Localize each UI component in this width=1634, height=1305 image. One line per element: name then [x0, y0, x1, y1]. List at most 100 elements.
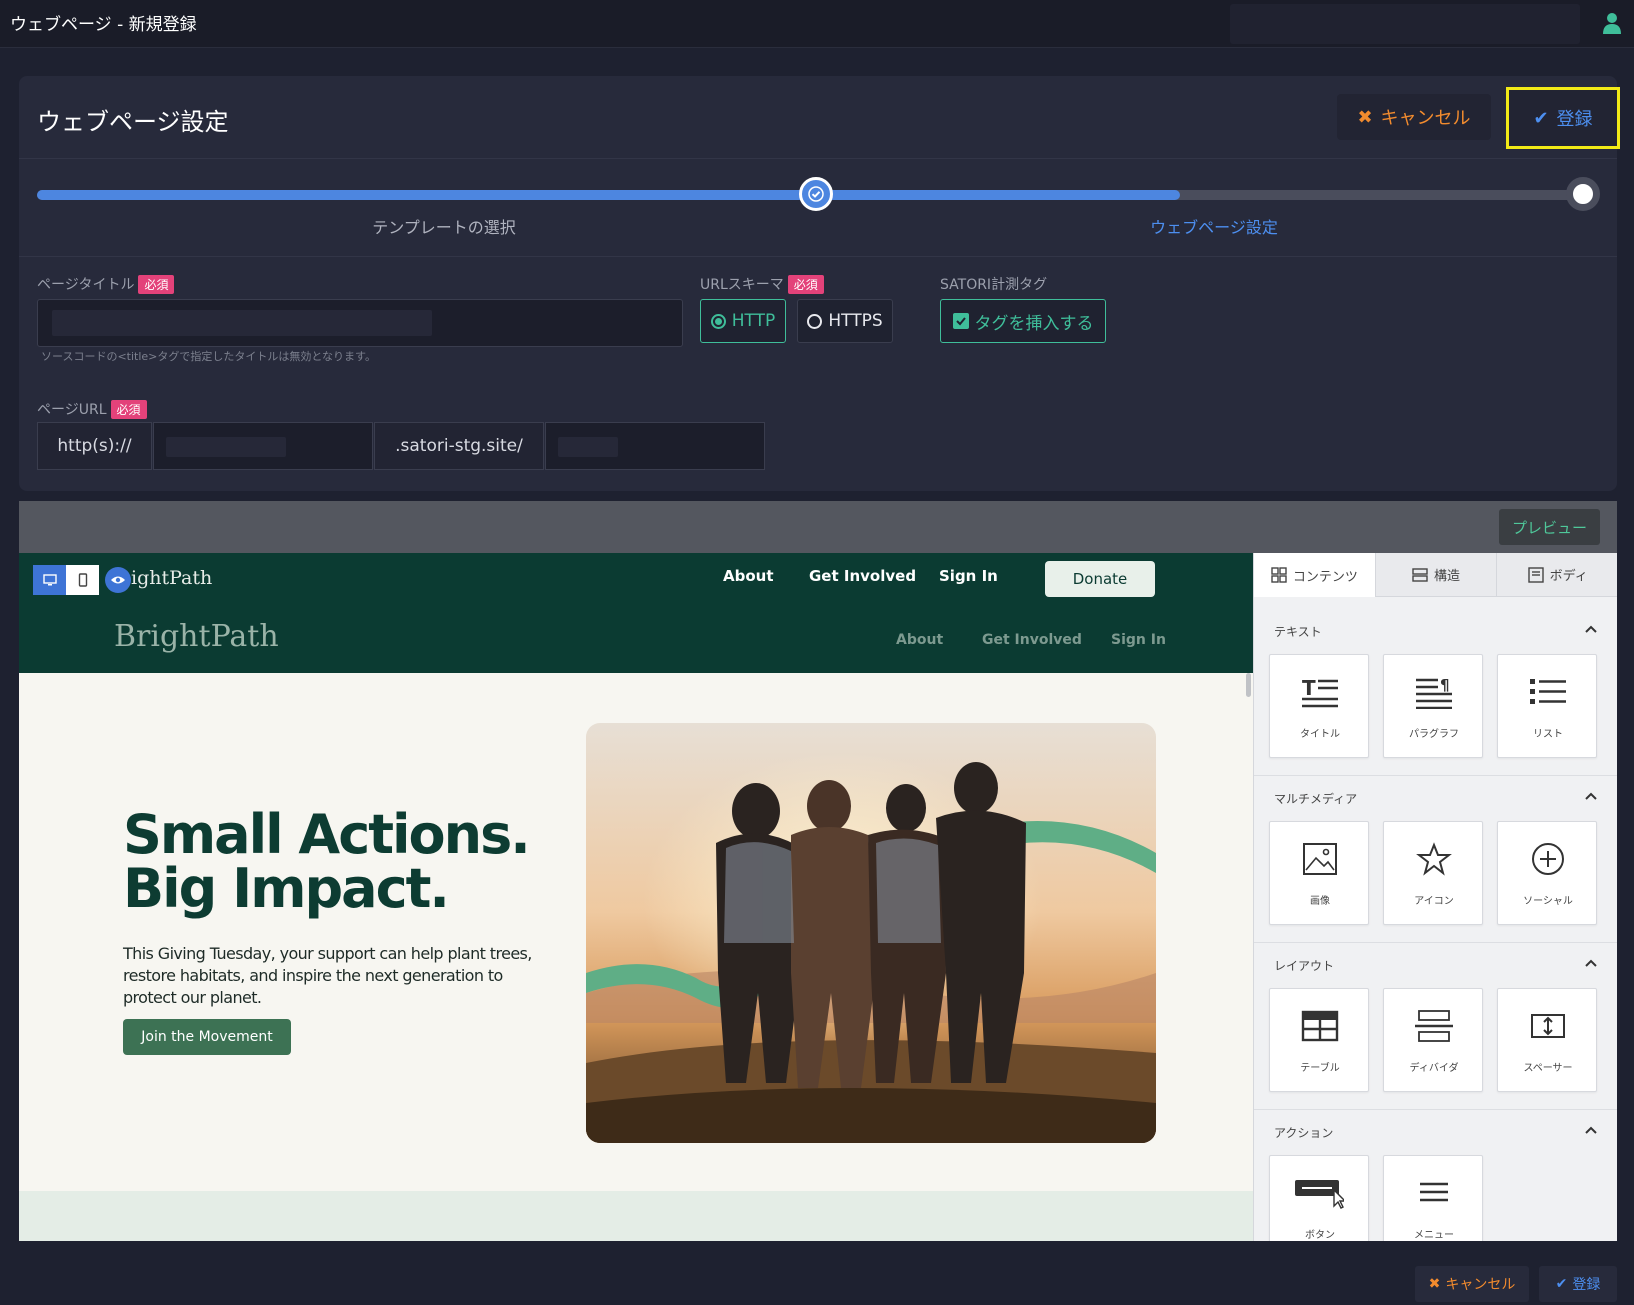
cancel-label: キャンセル [1380, 108, 1471, 129]
block-table[interactable]: テーブル [1269, 988, 1369, 1092]
user-icon[interactable] [1600, 8, 1624, 38]
blurred-value [52, 310, 432, 336]
svg-text:T: T [1302, 676, 1316, 700]
block-button[interactable]: ボタン [1269, 1155, 1369, 1241]
url-scheme-label: URLスキーマ 必須 [700, 274, 824, 294]
panel-tabs: コンテンツ 構造 ボディ [1254, 553, 1617, 597]
plus-circle-icon [1532, 843, 1564, 875]
chevron-up-icon[interactable] [1584, 957, 1598, 971]
divider-icon [1415, 1010, 1453, 1042]
list-icon [1530, 679, 1566, 704]
block-menu[interactable]: メニュー [1383, 1155, 1483, 1241]
button-icon [1295, 1180, 1344, 1209]
block-social[interactable]: ソーシャル [1497, 821, 1597, 925]
donate-button[interactable]: Donate [1045, 561, 1155, 597]
paragraph-icon: ¶ [1416, 676, 1452, 709]
device-switcher [33, 565, 99, 595]
tab-contents[interactable]: コンテンツ [1254, 553, 1375, 597]
star-icon [1416, 842, 1452, 876]
blurred-value [558, 437, 618, 457]
nav-get-involved-secondary[interactable]: Get Involved [982, 632, 1082, 648]
site-header[interactable]: ightPath About Get Involved Sign In Dona… [19, 553, 1253, 673]
checkbox-checked-icon [952, 313, 969, 329]
section-divider [1254, 942, 1617, 943]
url-path-input[interactable] [545, 422, 765, 470]
footer-save-button[interactable]: ✔ 登録 [1539, 1266, 1617, 1302]
step-complete-icon[interactable] [799, 177, 833, 211]
block-image[interactable]: 画像 [1269, 821, 1369, 925]
table-icon [1301, 1010, 1339, 1042]
section-action-title: アクション [1274, 1126, 1334, 1140]
mobile-view-icon[interactable] [66, 565, 99, 595]
chevron-up-icon[interactable] [1584, 1124, 1598, 1138]
hero-text[interactable]: This Giving Tuesday, your support can he… [123, 943, 533, 1009]
block-list[interactable]: リスト [1497, 654, 1597, 758]
desktop-view-icon[interactable] [33, 565, 66, 595]
radio-unselected-icon [807, 313, 823, 329]
hero-image[interactable] [586, 723, 1156, 1143]
cancel-button[interactable]: ✖ キャンセル [1337, 94, 1491, 140]
next-section-band[interactable] [19, 1191, 1253, 1241]
join-movement-button[interactable]: Join the Movement [123, 1019, 291, 1055]
section-text-title: テキスト [1274, 625, 1322, 639]
settings-panel: ウェブページ設定 ✖ キャンセル ✔ 登録 テンプレートの選択 ウェブページ設定… [19, 76, 1620, 491]
close-icon: ✖ [1357, 106, 1373, 128]
chevron-up-icon[interactable] [1584, 790, 1598, 804]
close-icon: ✖ [1428, 1276, 1441, 1292]
progress-fill [37, 190, 1181, 200]
https-radio[interactable]: HTTPS [797, 299, 893, 343]
nav-sign-in-secondary[interactable]: Sign In [1111, 632, 1166, 648]
section-layout-title: レイアウト [1274, 959, 1335, 973]
divider [19, 158, 1617, 159]
block-divider[interactable]: ディバイダ [1383, 988, 1483, 1092]
save-label: 登録 [1556, 109, 1593, 130]
menu-icon [1420, 1182, 1448, 1202]
page-title-input[interactable] [37, 299, 683, 347]
check-icon: ✔ [1555, 1276, 1568, 1292]
eye-icon[interactable] [105, 567, 131, 593]
nav-about[interactable]: About [723, 567, 774, 585]
save-button[interactable]: ✔ 登録 [1506, 87, 1620, 149]
spacer-icon [1531, 1014, 1565, 1038]
nav-sign-in[interactable]: Sign In [939, 567, 998, 585]
url-subdomain-input[interactable] [153, 422, 373, 470]
http-radio[interactable]: HTTP [700, 299, 786, 343]
chevron-up-icon[interactable] [1584, 623, 1598, 637]
block-spacer[interactable]: スペーサー [1497, 988, 1597, 1092]
insert-tag-checkbox[interactable]: タグを挿入する [940, 299, 1106, 343]
step-template-select[interactable]: テンプレートの選択 [344, 214, 544, 238]
block-title[interactable]: T タイトル [1269, 654, 1369, 758]
tab-body[interactable]: ボディ [1496, 553, 1617, 597]
image-icon [1303, 843, 1337, 875]
blurred-value [166, 437, 286, 457]
window-title: ウェブページ - 新規登録 [10, 15, 197, 35]
url-domain: .satori-stg.site/ [374, 422, 544, 470]
section-divider [1254, 775, 1617, 776]
block-icon[interactable]: アイコン [1383, 821, 1483, 925]
satori-tag-label: SATORI計測タグ [940, 277, 1048, 293]
step-current-icon[interactable] [1566, 177, 1600, 211]
required-badge: 必須 [787, 274, 824, 294]
tab-structure[interactable]: 構造 [1374, 553, 1497, 597]
step-webpage-settings[interactable]: ウェブページ設定 [1114, 214, 1314, 238]
footer-cancel-button[interactable]: ✖ キャンセル [1415, 1266, 1529, 1302]
editor-canvas[interactable]: ightPath About Get Involved Sign In Dona… [19, 553, 1253, 1241]
nav-get-involved[interactable]: Get Involved [809, 567, 916, 585]
section-divider [1254, 1109, 1617, 1110]
grid-icon [1271, 567, 1287, 583]
site-logo-top: ightPath [131, 567, 213, 589]
nav-about-secondary[interactable]: About [896, 632, 943, 648]
preview-button[interactable]: プレビュー [1499, 509, 1600, 545]
site-logo: BrightPath [114, 619, 279, 654]
hero-heading[interactable]: Small Actions. Big Impact. [123, 808, 531, 916]
rows-icon [1412, 567, 1428, 582]
editor-toolbar: プレビュー [19, 501, 1617, 553]
radio-selected-icon [710, 313, 726, 329]
required-badge: 必須 [138, 274, 175, 294]
page-editor: プレビュー ightPath About Get Involved Sign I… [19, 501, 1617, 1241]
page-title-label: ページタイトル 必須 [37, 274, 175, 294]
block-paragraph[interactable]: ¶ パラグラフ [1383, 654, 1483, 758]
top-bar: ウェブページ - 新規登録 [0, 0, 1634, 48]
canvas-scrollbar[interactable] [1246, 673, 1251, 697]
title-icon: T [1302, 676, 1338, 708]
